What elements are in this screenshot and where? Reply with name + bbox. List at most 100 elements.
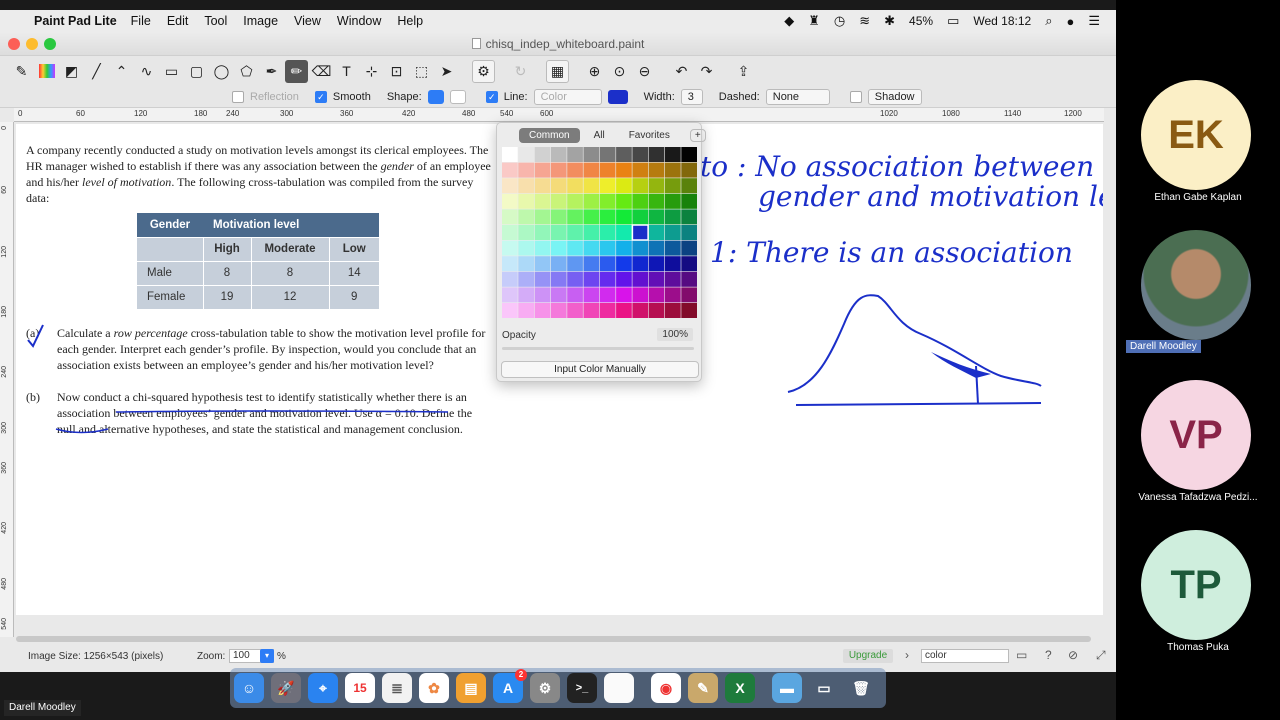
color-swatch[interactable]	[632, 193, 649, 209]
share-icon[interactable]: ⇪	[732, 60, 755, 83]
color-swatch[interactable]	[681, 178, 697, 194]
rocket-status-icon[interactable]: ♜	[808, 13, 820, 29]
menu-file[interactable]: File	[131, 14, 151, 28]
color-swatch[interactable]	[665, 303, 681, 318]
color-swatch[interactable]	[518, 287, 534, 303]
system-preferences-icon[interactable]: ⚙	[530, 673, 560, 703]
color-swatch[interactable]	[616, 162, 632, 178]
color-swatch[interactable]	[599, 256, 616, 272]
color-swatch[interactable]	[550, 178, 567, 194]
menu-edit[interactable]: Edit	[167, 14, 189, 28]
color-swatch[interactable]	[502, 193, 518, 209]
app-store-icon[interactable]: A2	[493, 669, 527, 703]
excel-icon[interactable]: X	[725, 673, 755, 703]
bluetooth-icon[interactable]: ✱	[884, 13, 895, 29]
trash-icon[interactable]: 🗑	[846, 673, 876, 703]
color-swatch[interactable]	[518, 193, 534, 209]
pen-tool-icon[interactable]: ✒	[260, 60, 283, 83]
curve-tool-icon[interactable]: ∿	[135, 60, 158, 83]
chevron-right-icon[interactable]: ›	[905, 648, 909, 662]
books-icon[interactable]: ▤	[456, 673, 486, 703]
menubar-clock[interactable]: Wed 18:12	[973, 14, 1031, 28]
color-swatch[interactable]	[616, 256, 632, 272]
line-color-swatch[interactable]	[607, 89, 628, 104]
lasso-tool-icon[interactable]: ⬠	[235, 60, 258, 83]
color-swatch[interactable]	[681, 303, 697, 318]
color-swatch[interactable]	[583, 271, 600, 287]
color-swatch[interactable]	[616, 225, 632, 240]
line-tool-icon[interactable]: ╱	[85, 60, 108, 83]
status-app-icon[interactable]: ◆	[784, 13, 794, 29]
zoom-fit-icon[interactable]: ⊙	[608, 60, 631, 83]
color-swatch[interactable]	[567, 287, 583, 303]
wifi-icon[interactable]: ≋	[859, 13, 870, 29]
color-swatch[interactable]	[599, 178, 616, 194]
color-swatch[interactable]	[632, 303, 649, 318]
color-swatch[interactable]	[665, 209, 681, 225]
rectangle-tool-icon[interactable]: ▭	[160, 60, 183, 83]
notes-icon[interactable]: ≣	[382, 673, 412, 703]
zoom-in-icon[interactable]: ⊕	[583, 60, 606, 83]
color-swatch[interactable]	[616, 178, 632, 194]
tab-all[interactable]: All	[584, 128, 615, 143]
color-swatch[interactable]	[681, 271, 697, 287]
color-swatch[interactable]	[550, 162, 567, 178]
opacity-slider[interactable]	[502, 347, 694, 350]
color-swatch[interactable]	[648, 225, 665, 240]
color-swatch[interactable]	[665, 271, 681, 287]
color-swatch[interactable]	[665, 193, 681, 209]
color-swatch[interactable]	[681, 256, 697, 272]
fill-bucket-tool-icon[interactable]: ◩	[60, 60, 83, 83]
participant-tile[interactable]: Darell Moodley	[1116, 230, 1280, 380]
color-swatch[interactable]	[583, 209, 600, 225]
color-swatch[interactable]	[681, 287, 697, 303]
color-swatch[interactable]	[632, 209, 649, 225]
color-swatch[interactable]	[599, 193, 616, 209]
color-swatch[interactable]	[550, 225, 567, 240]
dashed-select[interactable]: None	[765, 88, 830, 105]
siri-icon[interactable]: ●	[1066, 14, 1074, 29]
color-swatch[interactable]	[550, 193, 567, 209]
color-swatch[interactable]	[567, 271, 583, 287]
color-swatch[interactable]	[534, 303, 551, 318]
color-swatch[interactable]	[648, 209, 665, 225]
color-swatch[interactable]	[599, 162, 616, 178]
line-checkbox[interactable]: ✓	[485, 90, 498, 103]
color-swatch[interactable]	[599, 209, 616, 225]
terminal-icon[interactable]: >_	[567, 673, 597, 703]
color-swatch[interactable]	[681, 225, 697, 240]
participant-tile[interactable]: VP Vanessa Tafadzwa Pedzi...	[1116, 380, 1280, 530]
color-swatch[interactable]	[681, 240, 697, 256]
launchpad-icon[interactable]: 🚀	[271, 673, 301, 703]
upgrade-button[interactable]: Upgrade	[843, 649, 893, 663]
color-swatch[interactable]	[681, 162, 697, 178]
color-swatch[interactable]	[518, 162, 534, 178]
color-swatch[interactable]	[567, 193, 583, 209]
color-swatch[interactable]	[502, 209, 518, 225]
polyline-tool-icon[interactable]: ⌃	[110, 60, 133, 83]
safari-icon[interactable]: ⌖	[308, 673, 338, 703]
color-swatch[interactable]	[567, 303, 583, 318]
tab-favorites[interactable]: Favorites	[619, 128, 680, 143]
color-swatch[interactable]	[534, 225, 551, 240]
color-swatch[interactable]	[550, 303, 567, 318]
color-swatch[interactable]	[616, 287, 632, 303]
undo-icon[interactable]: ↶	[670, 60, 693, 83]
color-swatch[interactable]	[665, 256, 681, 272]
chrome-icon[interactable]: ◉	[651, 673, 681, 703]
notification-center-icon[interactable]: ☰	[1088, 13, 1100, 29]
color-swatch[interactable]	[567, 209, 583, 225]
add-favorite-button[interactable]: +	[689, 128, 706, 142]
color-swatch[interactable]	[616, 209, 632, 225]
color-swatch[interactable]	[665, 162, 681, 178]
image-icon[interactable]: ▦	[546, 59, 569, 83]
color-swatch[interactable]	[616, 193, 632, 209]
color-swatch[interactable]	[632, 162, 649, 178]
reflection-checkbox[interactable]	[232, 90, 244, 103]
menu-image[interactable]: Image	[243, 14, 278, 28]
menu-help[interactable]: Help	[397, 14, 423, 28]
color-search-field[interactable]: color	[921, 649, 1009, 663]
color-swatch[interactable]	[632, 256, 649, 272]
color-swatch[interactable]	[502, 271, 518, 287]
color-swatch[interactable]	[665, 287, 681, 303]
